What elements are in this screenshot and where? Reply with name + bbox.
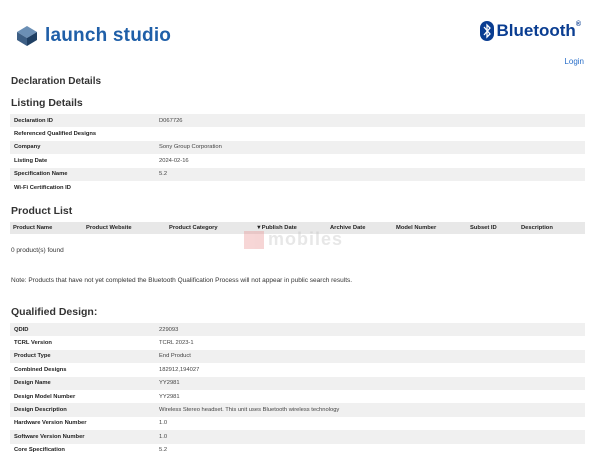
col-subset-id[interactable]: Subset ID (470, 225, 497, 231)
watermark-text: mobiles (268, 229, 344, 249)
table-row: Wi-Fi Certification ID (10, 180, 585, 195)
field-label: TCRL Version (14, 340, 52, 347)
launch-studio-logo-icon (17, 26, 37, 46)
col-description[interactable]: Description (521, 225, 553, 231)
field-value: 1.0 (159, 420, 168, 427)
col-product-website[interactable]: Product Website (86, 225, 132, 231)
field-value: D067726 (159, 117, 183, 124)
field-value: Wireless Stereo headset. This unit uses … (159, 407, 340, 414)
table-row: Combined Designs 182912,194027 (10, 363, 585, 377)
field-label: Specification Name (14, 171, 68, 178)
field-label: Listing Date (14, 157, 48, 164)
app-name: launch studio (45, 25, 172, 46)
table-row: Listing Date 2024-02-16 (10, 154, 585, 168)
qualified-design-heading: Qualified Design: (11, 306, 98, 318)
page-title: Declaration Details (11, 76, 102, 87)
product-list-heading: Product List (11, 205, 73, 217)
listing-details-table: Declaration ID D067726 Referenced Qualifie… (10, 114, 585, 195)
table-row: Specification Name 5.2 (10, 167, 585, 181)
col-product-category[interactable]: Product Category (169, 225, 218, 231)
table-row: QDID 229093 (10, 323, 585, 337)
field-value: 182912,194027 (159, 366, 200, 373)
field-value: 2024-02-16 (159, 157, 189, 164)
bluetooth-icon (479, 21, 494, 41)
qualified-design-table: QDID 229093 TCRL Version TCRL 2023-1 Product… (10, 323, 585, 457)
field-label: Referenced Qualified Designs (14, 131, 97, 138)
field-label: Declaration ID (14, 117, 53, 124)
field-value: 229093 (159, 326, 179, 333)
table-row: Software Version Number 1.0 (10, 430, 585, 444)
field-value: 1.0 (159, 433, 168, 440)
field-label: Product Type (14, 353, 51, 360)
table-row: Design Description Wireless Stereo headse… (10, 403, 585, 417)
table-row: Hardware Version Number 1.0 (10, 416, 585, 431)
table-row: Declaration ID D067726 (10, 114, 585, 128)
field-label: Core Specification (14, 447, 65, 454)
site-header: launch studio Bluetooth® Login (0, 0, 595, 70)
table-row: Company Sony Group Corporation (10, 140, 585, 155)
launch-studio-logo[interactable]: launch studio (15, 24, 171, 48)
brand-name: Bluetooth® (496, 21, 582, 40)
qualification-note: Note: Products that have not yet complet… (11, 277, 353, 284)
field-label: Wi-Fi Certification ID (14, 184, 71, 191)
bluetooth-logo: Bluetooth® (479, 21, 582, 41)
watermark: mobiles (244, 229, 343, 250)
field-value: YY2981 (159, 393, 180, 400)
field-label: Hardware Version Number (14, 420, 87, 427)
login-link[interactable]: Login (564, 57, 584, 66)
field-value: 5.2 (159, 447, 168, 454)
field-value: Sony Group Corporation (159, 144, 222, 151)
field-label: Design Description (14, 407, 67, 414)
field-label: Combined Designs (14, 366, 67, 373)
field-value: YY2981 (159, 380, 180, 387)
table-row: Design Name YY2981 (10, 376, 585, 390)
field-value: End Product (159, 353, 191, 360)
listing-details-heading: Listing Details (11, 97, 83, 109)
field-value: 5.2 (159, 171, 168, 178)
field-label: Software Version Number (14, 433, 85, 440)
col-product-name[interactable]: Product Name (13, 225, 52, 231)
field-label: Company (14, 144, 41, 151)
field-value: TCRL 2023-1 (159, 340, 194, 347)
watermark-logo-icon (244, 230, 264, 249)
field-label: QDID (14, 326, 29, 333)
table-row: Referenced Qualified Designs (10, 127, 585, 141)
field-label: Design Model Number (14, 393, 76, 400)
table-row: TCRL Version TCRL 2023-1 (10, 336, 585, 350)
products-found-count: 0 product(s) found (11, 247, 64, 254)
col-model-number[interactable]: Model Number (396, 225, 436, 231)
table-row: Product Type End Product (10, 349, 585, 364)
field-label: Design Name (14, 380, 51, 387)
table-row: Design Model Number YY2981 (10, 389, 585, 404)
table-row: Core Specification 5.2 (10, 443, 585, 457)
